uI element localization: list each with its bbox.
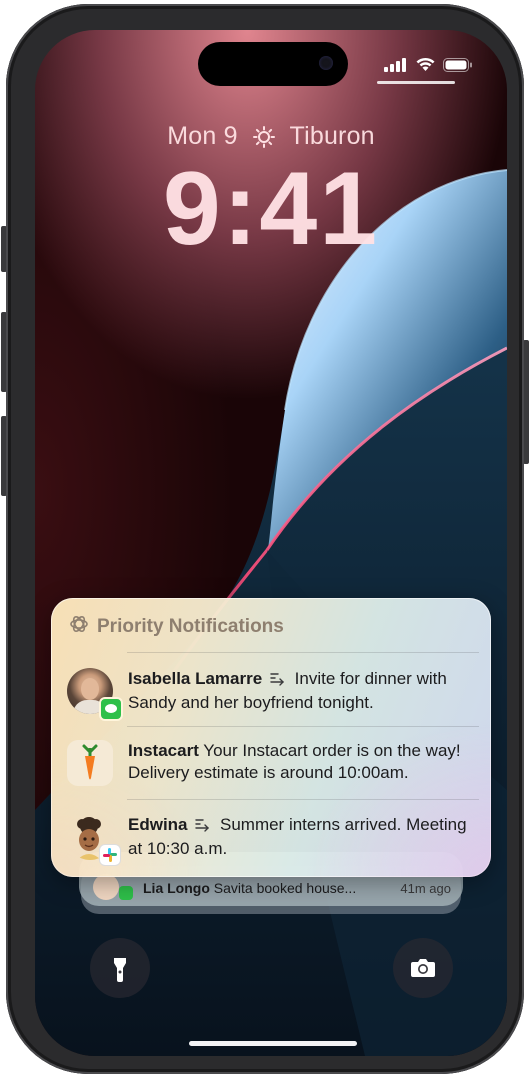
sender-name: Edwina — [128, 815, 188, 834]
home-indicator[interactable] — [189, 1041, 357, 1046]
camera-icon — [411, 959, 435, 977]
stacked-message: Savita booked house... — [213, 880, 357, 896]
avatar — [93, 874, 119, 900]
notification-text: Instacart Your Instacart order is on the… — [128, 740, 480, 784]
summary-icon — [270, 670, 286, 692]
instacart-app-icon — [67, 740, 113, 786]
summary-icon — [195, 816, 211, 838]
sender-name: Instacart — [128, 741, 199, 760]
priority-header: Priority Notifications — [69, 614, 284, 639]
control-center-indicator[interactable] — [377, 81, 455, 84]
notification-edwina[interactable]: Edwina Summer interns arrived. Meeting a… — [67, 814, 480, 866]
wifi-icon — [415, 57, 436, 77]
apple-intelligence-icon — [69, 614, 89, 639]
cellular-signal-icon — [384, 57, 408, 77]
date-label: Mon 9 — [167, 122, 238, 150]
divider — [127, 726, 479, 727]
priority-notifications-card[interactable]: Priority Notifications Isabella Lamarre … — [51, 598, 491, 877]
notification-text: Isabella Lamarre Invite for dinner with … — [128, 668, 480, 714]
flashlight-icon — [114, 958, 126, 982]
divider — [127, 799, 479, 800]
stacked-notification-time: 41m ago — [400, 881, 451, 896]
messages-icon — [99, 697, 123, 721]
lock-screen: Mon 9 Tiburon 9:41 Lia Longo Savita book… — [35, 30, 507, 1056]
messages-icon — [119, 886, 133, 900]
front-camera — [319, 56, 333, 70]
location-label: Tiburon — [289, 122, 375, 150]
stacked-sender: Lia Longo — [143, 880, 210, 896]
slack-icon — [99, 844, 121, 866]
camera-button[interactable] — [393, 938, 453, 998]
stacked-notification-text: Lia Longo Savita booked house... — [143, 880, 356, 896]
dynamic-island — [198, 42, 348, 86]
avatar — [67, 814, 121, 866]
avatar — [67, 668, 123, 721]
flashlight-button[interactable] — [90, 938, 150, 998]
status-bar — [384, 57, 473, 77]
clock-time: 9:41 — [162, 151, 380, 267]
battery-icon — [443, 57, 473, 77]
sender-name: Isabella Lamarre — [128, 669, 263, 688]
priority-title: Priority Notifications — [97, 615, 284, 637]
notification-text: Edwina Summer interns arrived. Meeting a… — [128, 814, 480, 860]
notification-isabella[interactable]: Isabella Lamarre Invite for dinner with … — [67, 668, 480, 721]
divider — [127, 652, 479, 653]
phone-frame: Mon 9 Tiburon 9:41 Lia Longo Savita book… — [6, 4, 524, 1074]
carrot-icon — [82, 744, 98, 780]
notification-instacart[interactable]: Instacart Your Instacart order is on the… — [67, 740, 477, 790]
